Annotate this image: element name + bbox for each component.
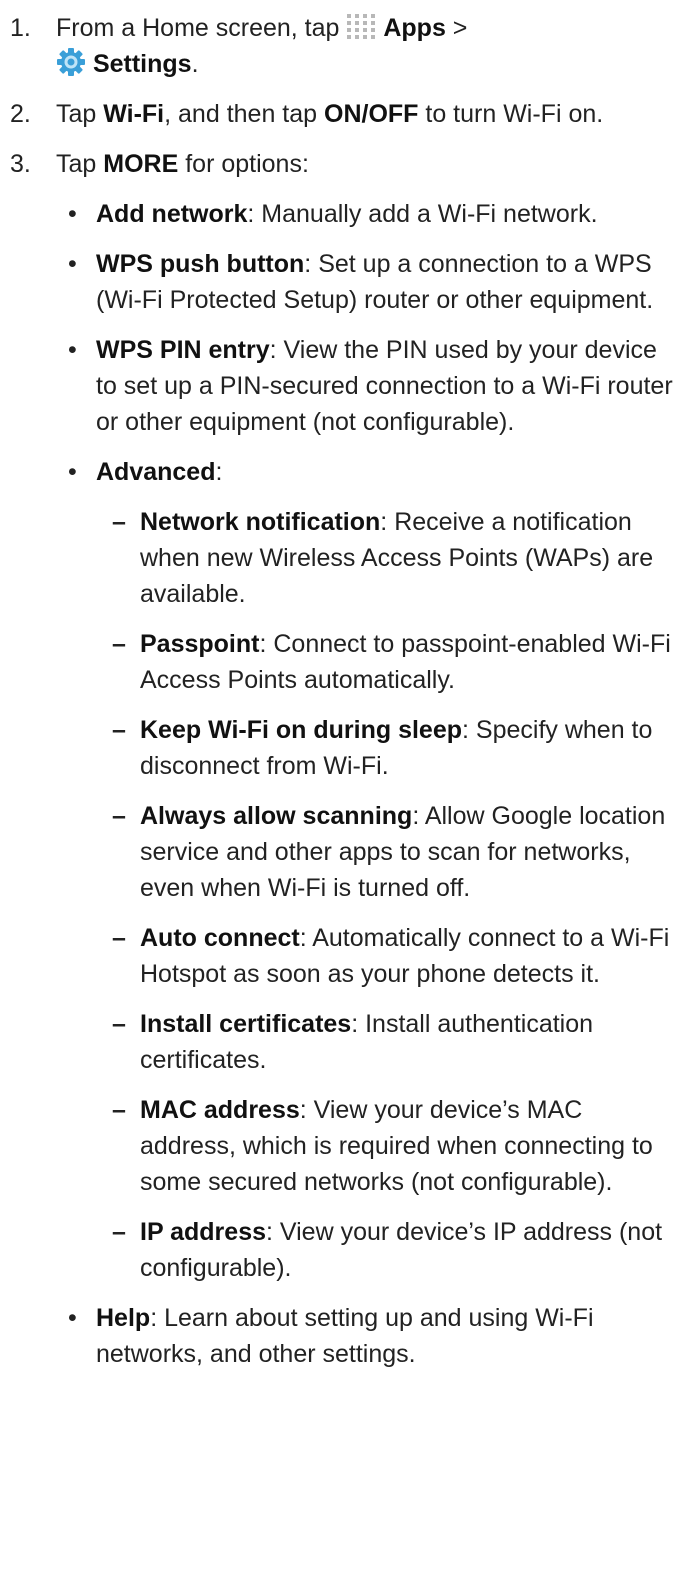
dash-marker: – bbox=[112, 508, 126, 536]
bullet-marker: • bbox=[68, 458, 77, 486]
apps-label: Apps bbox=[383, 14, 446, 42]
option-term: WPS push button bbox=[96, 250, 305, 278]
option-description: : Learn about setting up and using Wi-Fi… bbox=[96, 1304, 594, 1368]
onoff-label: ON/OFF bbox=[324, 100, 419, 128]
step-text: From a Home screen, tap Apps > Settings. bbox=[56, 14, 468, 78]
dash-marker: – bbox=[112, 802, 126, 830]
option-term: Advanced bbox=[96, 458, 216, 486]
step-text: Tap MORE for options: bbox=[56, 150, 309, 178]
dash-marker: – bbox=[112, 924, 126, 952]
dash-marker: – bbox=[112, 1218, 126, 1246]
bullet-marker: • bbox=[68, 250, 77, 278]
option-term: Add network bbox=[96, 200, 248, 228]
bullet-marker: • bbox=[68, 1304, 77, 1332]
wifi-label: Wi-Fi bbox=[103, 100, 165, 128]
option-description: : Manually add a Wi-Fi network. bbox=[247, 200, 598, 228]
option-term: Help bbox=[96, 1304, 151, 1332]
step-number: 1. bbox=[10, 14, 31, 42]
sub-option-term: Auto connect bbox=[140, 924, 300, 952]
sub-option-term: IP address bbox=[140, 1218, 267, 1246]
sub-option-term: MAC address bbox=[140, 1096, 300, 1124]
option-term: WPS PIN entry bbox=[96, 336, 270, 364]
sub-option-term: Always allow scanning bbox=[140, 802, 413, 830]
more-label: MORE bbox=[103, 150, 179, 178]
settings-gear-icon bbox=[57, 48, 85, 76]
sub-option-term: Keep Wi-Fi on during sleep bbox=[140, 716, 463, 744]
sub-option-term: Passpoint bbox=[140, 630, 260, 658]
option-description: : bbox=[215, 458, 223, 486]
bullet-marker: • bbox=[68, 200, 77, 228]
dash-marker: – bbox=[112, 716, 126, 744]
step-text: Tap Wi-Fi, and then tap ON/OFF to turn W… bbox=[56, 100, 604, 128]
settings-label: Settings bbox=[92, 50, 192, 78]
step-number: 2. bbox=[10, 100, 31, 128]
sub-option-term: Network notification bbox=[140, 508, 381, 536]
dash-marker: – bbox=[112, 630, 126, 658]
sub-option-term: Install certificates bbox=[140, 1010, 352, 1038]
dash-marker: – bbox=[112, 1096, 126, 1124]
bullet-marker: • bbox=[68, 336, 77, 364]
dash-marker: – bbox=[112, 1010, 126, 1038]
apps-grid-icon bbox=[347, 14, 376, 39]
step-number: 3. bbox=[10, 150, 31, 178]
